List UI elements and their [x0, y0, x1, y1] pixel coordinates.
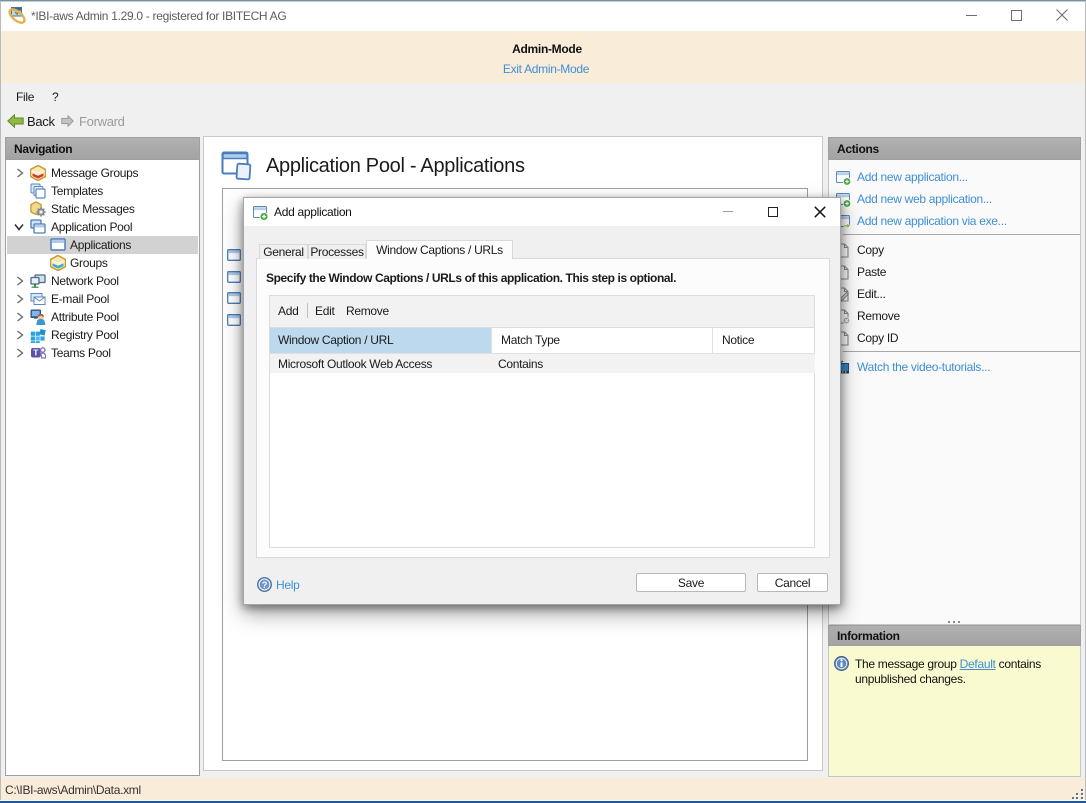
- svg-text:?: ?: [262, 580, 267, 590]
